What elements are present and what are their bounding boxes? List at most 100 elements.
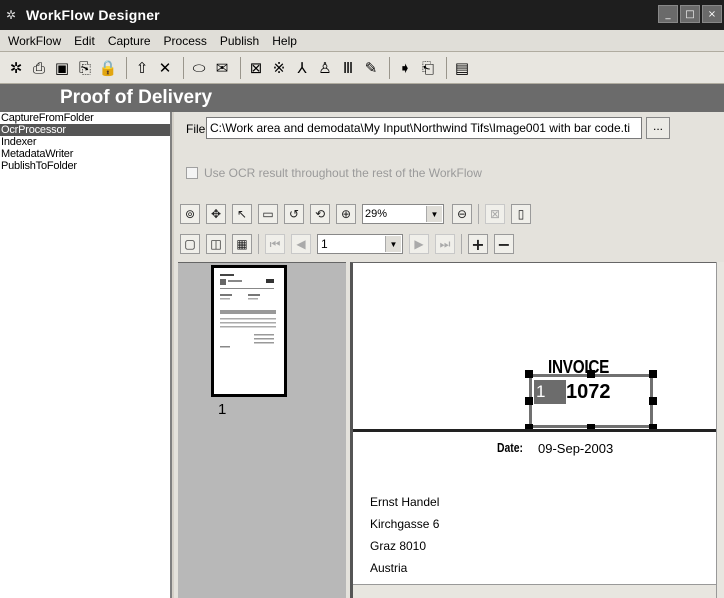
address-line: Graz 8010 (370, 539, 427, 553)
menu-help[interactable]: Help (272, 34, 297, 48)
step-item-capturefromfolder[interactable]: CaptureFromFolder (0, 112, 170, 124)
step-list: CaptureFromFolder OcrProcessor Indexer M… (0, 112, 172, 598)
thumbnail-page-number: 1 (218, 401, 227, 418)
zone-handle[interactable] (649, 397, 657, 405)
divider (258, 234, 259, 254)
browse-button[interactable]: ... (646, 117, 670, 139)
file-label: File (186, 122, 206, 136)
zone-handle[interactable] (525, 397, 533, 405)
zone-handle[interactable] (587, 370, 595, 378)
address-line: Kirchgasse 6 (370, 517, 440, 531)
minimize-button[interactable]: _ (658, 5, 678, 23)
scan-icon[interactable]: ⊚ (180, 204, 200, 224)
close-button[interactable]: × (702, 5, 722, 23)
fit-icon: ⊠ (485, 204, 505, 224)
menu-edit[interactable]: Edit (74, 34, 95, 48)
new-workflow-icon[interactable]: ✲ (6, 57, 26, 79)
main-toolbar: ✲ ⎙ ▣ ⎘ 🔒 ⇧ ✕ ⬭ ✉ ⊠ ※ ⅄ ♙ Ⅲ ✎ ➧ ⎗ ▤ (0, 52, 724, 84)
ocr-result-label: Use OCR result throughout the rest of th… (204, 166, 482, 180)
title-bar: ✲ WorkFlow Designer _ □ × (0, 0, 724, 30)
add-zone-icon[interactable]: + (468, 234, 488, 254)
document-viewer[interactable]: INVOICE 1 1072 Date: 09-Sep-2003 Ernst H… (350, 262, 716, 598)
page-value: 1 (321, 237, 328, 251)
menu-workflow[interactable]: WorkFlow (8, 34, 61, 48)
toolbar-divider (389, 56, 390, 79)
thumbnail-view-icon[interactable]: ▦ (232, 234, 252, 254)
publish-icon[interactable]: ➧ (395, 57, 415, 79)
delete-icon[interactable]: ✕ (155, 57, 175, 79)
metadata-icon[interactable]: ♙ (315, 57, 335, 79)
date-value: 09-Sep-2003 (538, 441, 614, 456)
menu-publish[interactable]: Publish (220, 34, 259, 48)
toolbar-divider (240, 56, 241, 79)
page-toolbar: ▢ ◫ ▦ ⏮ ◀ 1 ▼ ▶ ⏭ + − (180, 232, 520, 256)
move-up-icon[interactable]: ⇧ (132, 57, 152, 79)
pan-icon[interactable]: ✥ (206, 204, 226, 224)
split-view-icon[interactable]: ◫ (206, 234, 226, 254)
save-icon[interactable]: ▣ (52, 57, 72, 79)
address-line: Ernst Handel (370, 495, 440, 509)
ocr-icon[interactable]: ※ (269, 57, 289, 79)
maximize-button[interactable]: □ (680, 5, 700, 23)
zoom-value: 29% (365, 208, 388, 220)
divider (478, 204, 479, 224)
next-page-icon: ▶ (409, 234, 429, 254)
date-label: Date: (497, 440, 524, 455)
thumbnail-pane: 1 (178, 262, 346, 598)
single-view-icon[interactable]: ▢ (180, 234, 200, 254)
file-path-input[interactable]: C:\Work area and demodata\My Input\North… (206, 117, 642, 139)
remove-zone-icon[interactable]: − (494, 234, 514, 254)
menu-process[interactable]: Process (164, 34, 207, 48)
scanner-icon[interactable]: ⊠ (246, 57, 266, 79)
step-item-ocrprocessor[interactable]: OcrProcessor (0, 124, 170, 136)
zoom-out-icon[interactable]: ⊖ (452, 204, 472, 224)
toolbar-divider (446, 56, 447, 79)
rotate-icon[interactable]: ↺ (284, 204, 304, 224)
pointer-icon[interactable]: ↖ (232, 204, 252, 224)
print-icon[interactable]: ⎙ (29, 57, 49, 79)
step-item-publishtofolder[interactable]: PublishToFolder (0, 160, 170, 172)
capture-icon[interactable]: ⬭ (189, 57, 209, 79)
pen-icon[interactable]: ✎ (361, 57, 381, 79)
ocr-zone-selection[interactable] (529, 374, 653, 428)
pdf-icon[interactable]: ⅄ (292, 57, 312, 79)
properties-icon[interactable]: ▤ (452, 57, 472, 79)
chevron-down-icon: ▼ (385, 236, 401, 252)
last-page-icon: ⏭ (435, 234, 455, 254)
ocr-result-checkbox[interactable] (186, 167, 198, 179)
app-icon: ✲ (6, 8, 17, 22)
divider (353, 429, 716, 432)
toolbar-divider (183, 56, 184, 79)
step-item-indexer[interactable]: Indexer (0, 136, 170, 148)
prev-page-icon: ◀ (291, 234, 311, 254)
publish-folder-icon[interactable]: ⎗ (418, 57, 438, 79)
zone-handle[interactable] (525, 370, 533, 378)
vertical-scrollbar[interactable] (716, 262, 724, 598)
first-page-icon: ⏮ (265, 234, 285, 254)
barcode-icon[interactable]: Ⅲ (338, 57, 358, 79)
deskew-icon[interactable]: ⟲ (310, 204, 330, 224)
page-select[interactable]: 1 ▼ (317, 234, 403, 254)
window-title: WorkFlow Designer (26, 7, 160, 23)
zoom-select[interactable]: 29% ▼ (362, 204, 444, 224)
toolbar-divider (126, 56, 127, 79)
mail-icon[interactable]: ✉ (212, 57, 232, 79)
chevron-down-icon: ▼ (426, 206, 442, 222)
save-as-icon[interactable]: ⎘ (75, 57, 95, 79)
zone-handle[interactable] (649, 370, 657, 378)
step-item-metadatawriter[interactable]: MetadataWriter (0, 148, 170, 160)
workflow-banner: Proof of Delivery (0, 84, 724, 112)
divider (461, 234, 462, 254)
page-thumbnail[interactable] (211, 265, 287, 397)
menu-bar: WorkFlow Edit Capture Process Publish He… (0, 30, 724, 52)
thumbnail-preview (220, 274, 276, 348)
zoom-in-icon[interactable]: ⊕ (336, 204, 356, 224)
address-line: Austria (370, 561, 408, 575)
viewer-toolbar: ⊚ ✥ ↖ ▭ ↺ ⟲ ⊕ 29% ▼ ⊖ ⊠ ▯ (180, 202, 537, 226)
ocr-result-option: Use OCR result throughout the rest of th… (186, 166, 482, 180)
horizontal-scrollbar[interactable] (353, 584, 716, 598)
menu-capture[interactable]: Capture (108, 34, 151, 48)
zone-select-icon[interactable]: ▭ (258, 204, 278, 224)
fullpage-icon[interactable]: ▯ (511, 204, 531, 224)
lock-icon[interactable]: 🔒 (98, 57, 118, 79)
